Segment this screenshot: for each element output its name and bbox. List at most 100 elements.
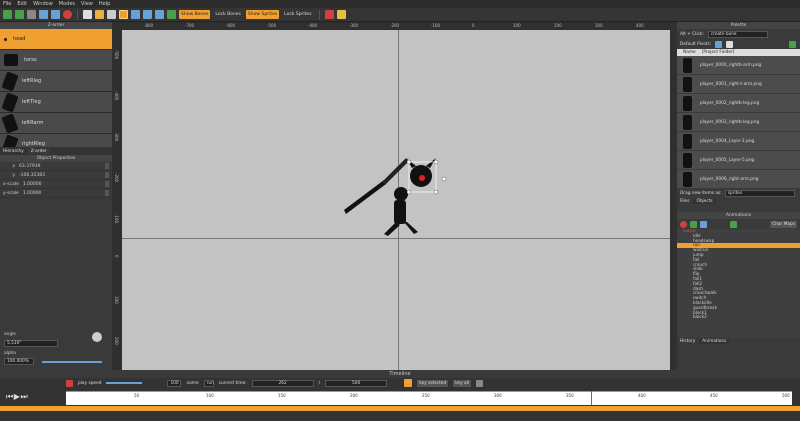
spinner-icon[interactable] [105, 190, 109, 196]
prop-y-input[interactable]: -106.35383 [19, 173, 45, 178]
prop-xscale-input[interactable]: 1.00000 [23, 182, 42, 187]
tab-hierarchy[interactable]: Hierarchy [3, 149, 24, 154]
palette-item[interactable]: player_0001_right-t-arm.png [677, 75, 800, 94]
angle-dial-icon[interactable] [92, 332, 102, 342]
grid-icon[interactable] [167, 10, 176, 19]
tab-files[interactable]: Files [680, 199, 689, 204]
menu-edit[interactable]: Edit [17, 1, 27, 7]
bone-item-head[interactable]: head [0, 29, 112, 50]
duplicate-animation-icon[interactable] [700, 220, 707, 228]
ruler-tick-label: -200 [390, 23, 400, 28]
play-speed-label: play speed [78, 380, 102, 386]
bone-tool-icon[interactable] [107, 10, 116, 19]
drag-items-select[interactable]: sprites [724, 189, 795, 197]
spinner-icon[interactable] [105, 181, 109, 187]
record-icon[interactable] [324, 10, 334, 19]
current-time-input[interactable]: 262 [251, 379, 314, 387]
select-tool-icon[interactable] [119, 10, 128, 19]
bone-label: leftRleg [22, 78, 42, 84]
record-icon[interactable] [66, 379, 73, 387]
timeline-scrollbar[interactable] [0, 406, 800, 411]
settings-icon[interactable] [476, 379, 484, 387]
palette-item[interactable]: player_0006_right-arm.png [677, 170, 800, 189]
play-speed-slider[interactable] [106, 382, 143, 384]
key-icon[interactable] [404, 379, 413, 387]
total-time-input[interactable]: 500 [325, 379, 388, 387]
cut-icon[interactable] [27, 10, 36, 19]
bone-item-lefttleg[interactable]: leftTleg [0, 91, 112, 113]
prop-x-input[interactable]: 63.37939 [19, 164, 40, 169]
timeline-tick-label: 450 [710, 393, 718, 398]
delete-animation-icon[interactable] [680, 220, 687, 228]
tab-animations[interactable]: Animations [699, 339, 730, 344]
key-selected-button[interactable]: key selected [417, 379, 449, 387]
palette-item-label: player_0002_rightb-leg.png [700, 100, 760, 106]
alpha-slider[interactable] [42, 361, 102, 363]
key-all-button[interactable]: key all [453, 379, 472, 387]
copy-icon[interactable] [39, 10, 48, 19]
animations-toolbar: Char Maps [677, 219, 800, 229]
palette-item-label: player_0000_rightb-arm.png [700, 62, 762, 68]
menu-file[interactable]: File [3, 1, 11, 7]
name-column-header[interactable]: Name [683, 49, 696, 56]
add-animation-icon[interactable] [690, 220, 697, 228]
skip-back-icon[interactable]: ⏮ [6, 392, 13, 401]
character-sprite[interactable] [114, 22, 670, 370]
show-sprites-toggle[interactable]: Show Sprites [245, 10, 280, 19]
window-icon[interactable] [131, 10, 140, 19]
tab-objects[interactable]: Objects [693, 199, 716, 204]
play-icon[interactable]: ▶ [14, 392, 20, 401]
palette-item[interactable]: player_0003_rightb-leg.png [677, 113, 800, 132]
monitor-icon[interactable] [155, 10, 164, 19]
angle-input[interactable]: 5.516° [4, 340, 58, 347]
char-maps-button[interactable]: Char Maps [770, 220, 797, 228]
alt-click-label: Alt + Click: [680, 31, 704, 37]
tab-zorder[interactable]: Z-order [27, 148, 50, 154]
palette-item[interactable]: player_0005_Layer-5.png [677, 151, 800, 170]
alpha-input[interactable]: 100.000% [4, 358, 34, 365]
track-border [66, 391, 792, 392]
spinner-icon[interactable] [105, 172, 109, 178]
play-speed-input[interactable]: 100 [167, 379, 182, 387]
paste-icon[interactable] [51, 10, 60, 19]
canvas-viewport[interactable] [114, 22, 670, 370]
folder-column-header[interactable]: [Project Folder] [702, 49, 735, 56]
pivot-icon-2[interactable] [726, 40, 734, 48]
tab-history[interactable]: History [680, 339, 695, 344]
bone-item-rightrleg[interactable]: rightRleg [0, 133, 112, 147]
delete-icon[interactable] [63, 10, 72, 19]
alt-click-select[interactable]: create bone [707, 30, 768, 38]
sprite-thumbnail [683, 152, 692, 168]
folder-icon[interactable] [336, 10, 346, 19]
undo-icon[interactable] [3, 10, 12, 19]
animation-name-input[interactable]: run [203, 379, 214, 387]
show-bones-toggle[interactable]: Show Bones [179, 10, 211, 19]
menu-help[interactable]: Help [99, 1, 110, 7]
lock-sprites-toggle[interactable]: Lock Sprites [282, 10, 313, 19]
skip-forward-icon[interactable]: ⏭ [20, 392, 27, 401]
menu-modes[interactable]: Modes [59, 1, 75, 7]
pivot-icon[interactable] [715, 40, 723, 48]
palette-item[interactable]: player_0004_Layer-1.png [677, 132, 800, 151]
ruler-tick-label: -300 [349, 23, 359, 28]
timeline-track[interactable]: 50 100 150 200 250 300 350 400 450 500 [66, 391, 792, 405]
palette-item[interactable]: player_0002_rightb-leg.png [677, 94, 800, 113]
open-folder-icon[interactable] [95, 10, 104, 19]
lock-bones-toggle[interactable]: Lock Bones [213, 10, 243, 19]
menu-view[interactable]: View [81, 1, 93, 7]
refresh-icon[interactable] [789, 40, 796, 48]
prop-yscale-input[interactable]: 1.00000 [23, 191, 42, 196]
menu-window[interactable]: Window [33, 1, 53, 7]
ruler-tick-label: -100 [431, 23, 441, 28]
bone-item-torso[interactable]: torso [0, 50, 112, 71]
bone-item-leftrleg[interactable]: leftRleg [0, 70, 112, 92]
playhead[interactable] [591, 391, 592, 405]
animation-item[interactable]: block2 [677, 315, 800, 320]
spinner-icon[interactable] [105, 163, 109, 169]
layout-icon[interactable] [143, 10, 152, 19]
redo-icon[interactable] [15, 10, 24, 19]
palette-item[interactable]: player_0000_rightb-arm.png [677, 56, 800, 75]
image-icon[interactable] [730, 220, 737, 228]
new-file-icon[interactable] [83, 10, 92, 19]
bone-item-leftrarm[interactable]: leftRarm [0, 112, 112, 134]
